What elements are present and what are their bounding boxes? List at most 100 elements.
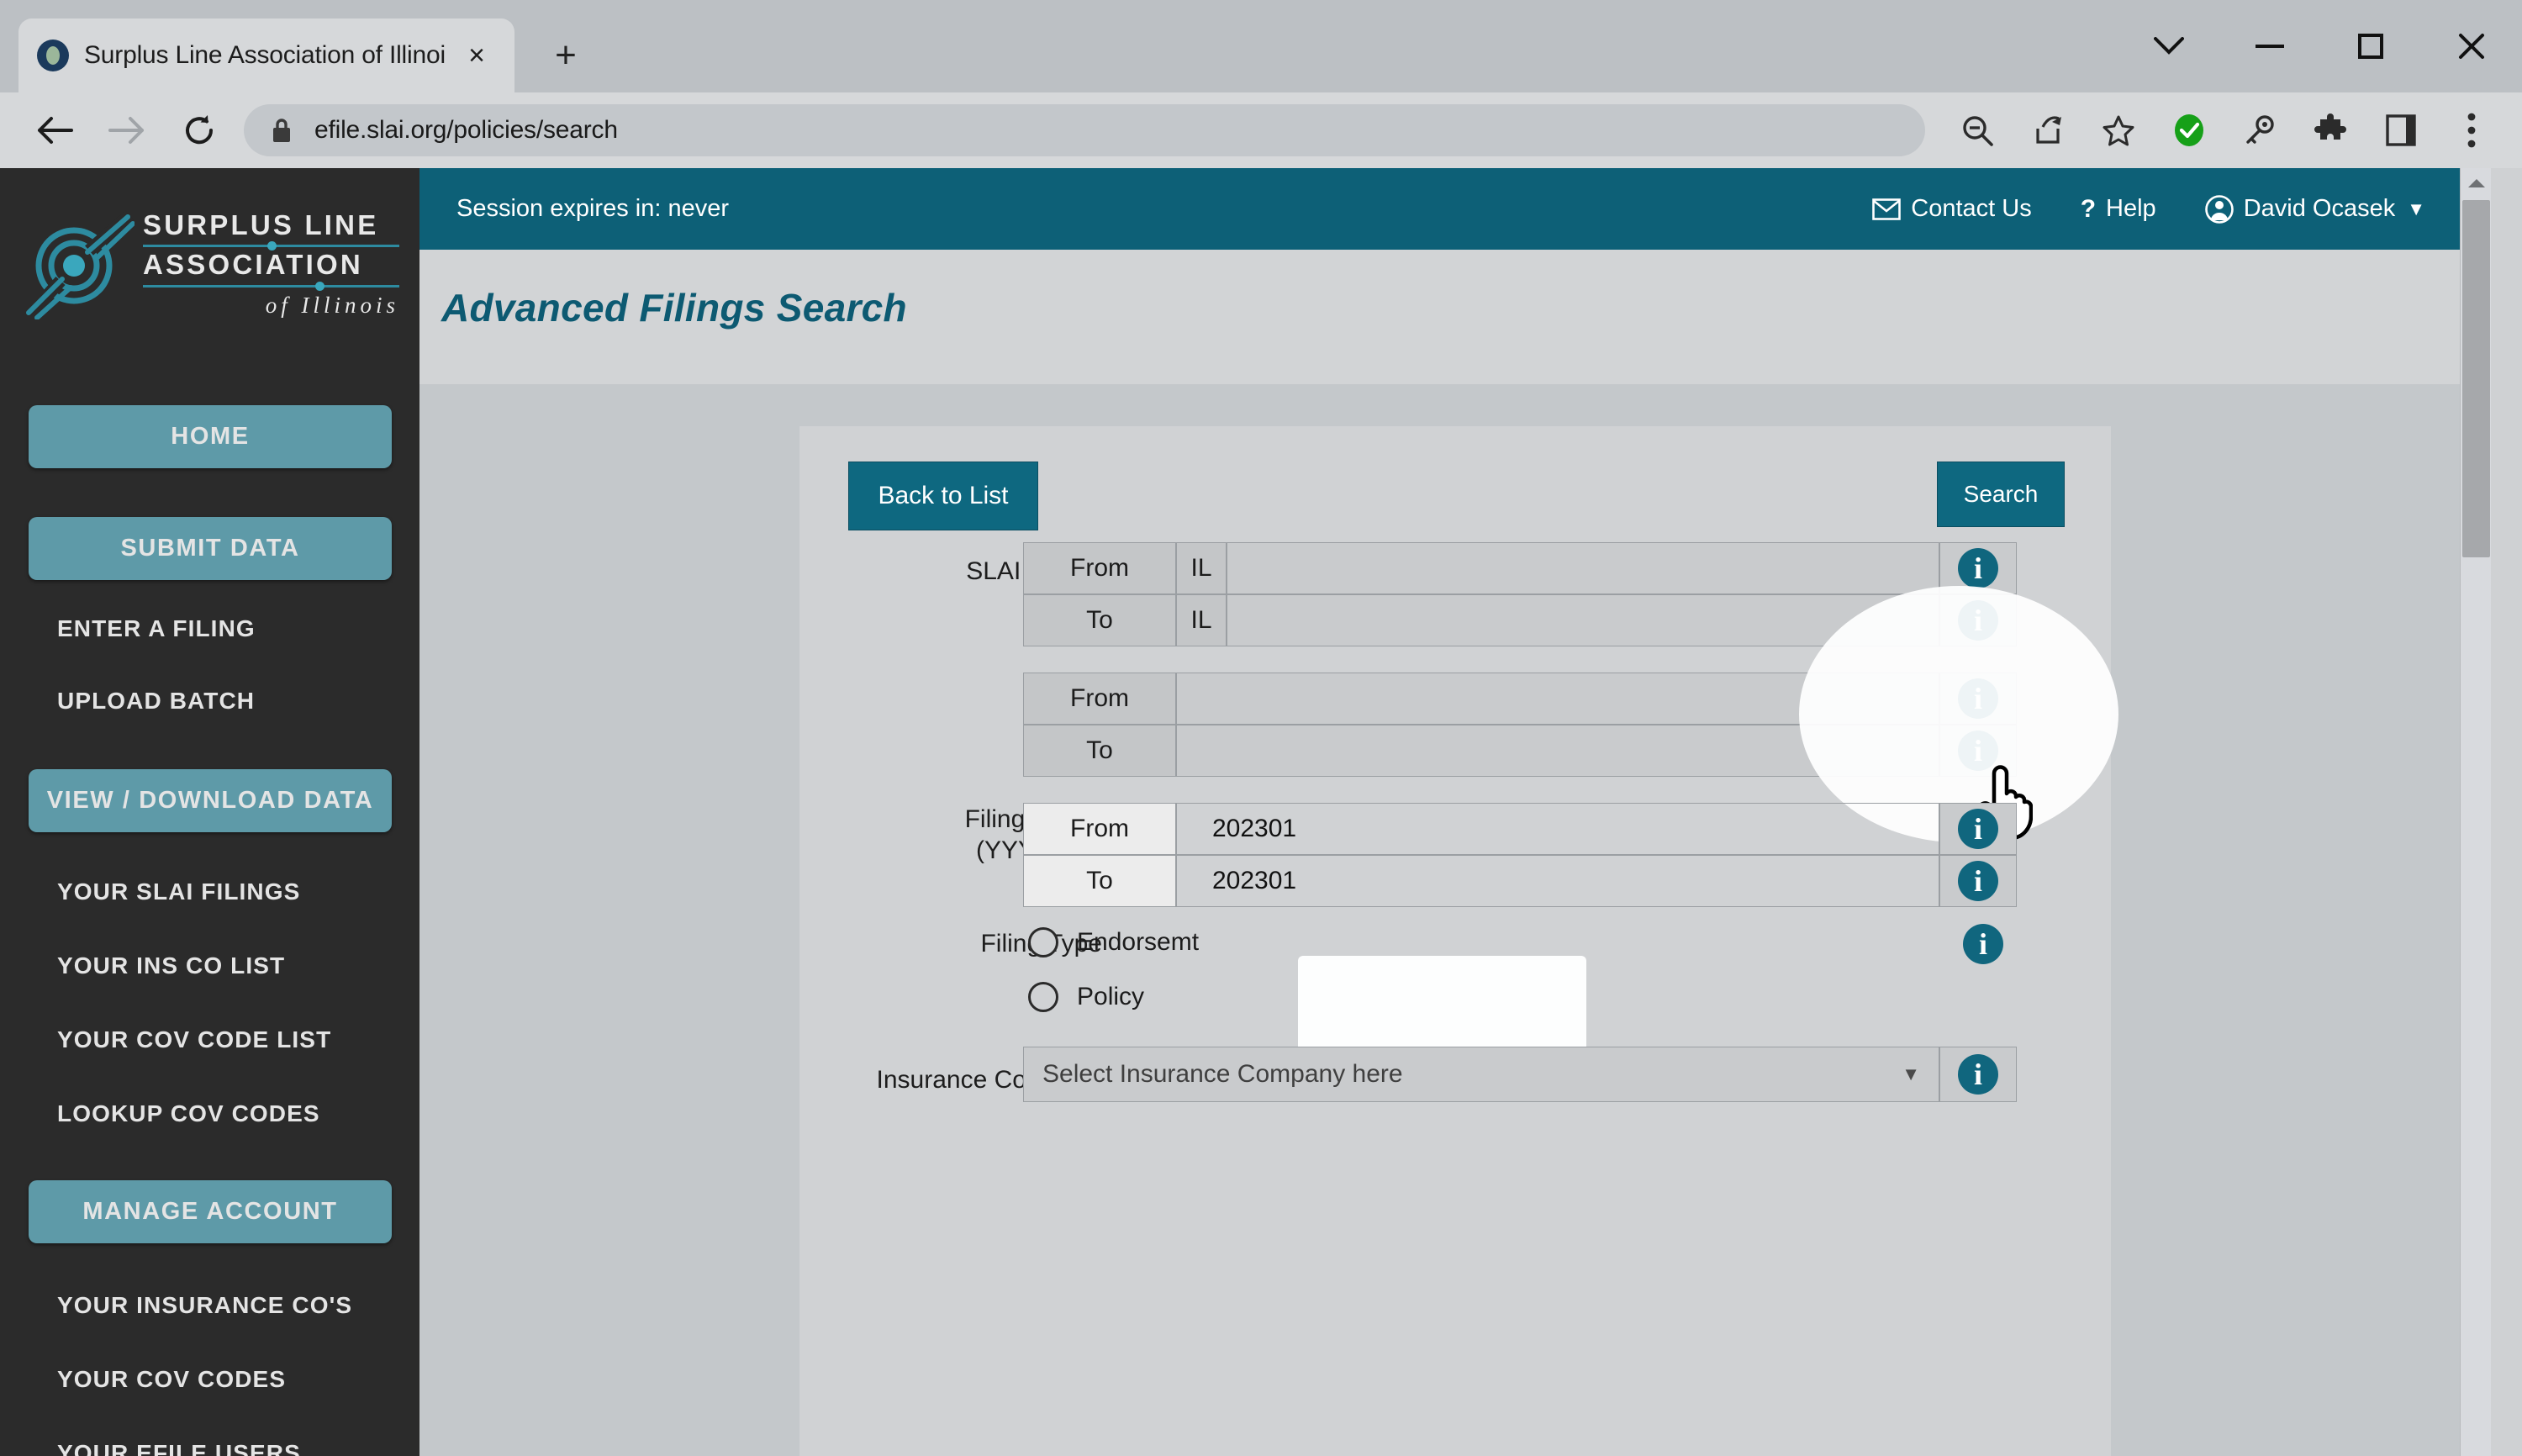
insurance-company-selected-text: Select Insurance Company here <box>1042 1060 1403 1088</box>
search-form-card: Back to List Search SLAI Conf # From IL … <box>799 426 2111 1456</box>
toolbar-icons <box>1942 92 2507 168</box>
chevron-down-icon[interactable] <box>2118 0 2219 92</box>
scrollbar-up-arrow-icon[interactable] <box>2461 168 2492 198</box>
batch-to-input[interactable] <box>1176 725 1939 777</box>
minimize-icon[interactable] <box>2219 0 2320 92</box>
filing-type-option-endorsement[interactable]: Endorsemt <box>1028 927 1199 957</box>
batch-from-label: From <box>1023 673 1176 725</box>
extensions-puzzle-icon[interactable] <box>2295 95 2366 166</box>
info-icon: i <box>1958 861 1998 901</box>
filing-month-from-info-button[interactable]: i <box>1939 803 2017 855</box>
radio-icon <box>1028 927 1058 957</box>
slai-conf-from-label: From <box>1023 542 1176 594</box>
insurance-company-info-button[interactable]: i <box>1939 1047 2017 1102</box>
filing-month-from-input[interactable]: 202301 <box>1176 803 1939 855</box>
help-label: Help <box>2106 195 2156 222</box>
filing-month-to-input[interactable]: 202301 <box>1176 855 1939 907</box>
logo-line-3: of Illinois <box>265 292 399 318</box>
sidebar-item-upload-batch[interactable]: UPLOAD BATCH <box>57 682 410 720</box>
sidebar-button-view-download-data[interactable]: VIEW / DOWNLOAD DATA <box>29 769 392 832</box>
sidebar-button-home[interactable]: HOME <box>29 405 392 468</box>
sidebar-item-your-insurance-cos[interactable]: YOUR INSURANCE CO'S <box>57 1286 410 1325</box>
site-logo[interactable]: SURPLUS LINE ASSOCIATION of Illinois <box>25 198 399 332</box>
slai-conf-to-prefix: IL <box>1176 594 1227 646</box>
chevron-down-icon: ▼ <box>2407 198 2425 219</box>
browser-tab[interactable]: Surplus Line Association of Illinoi × <box>18 18 514 92</box>
info-icon: i <box>1958 1054 1998 1095</box>
back-to-list-button[interactable]: Back to List <box>848 462 1038 530</box>
slai-conf-from-input[interactable] <box>1227 542 1939 594</box>
sidebar: SURPLUS LINE ASSOCIATION of Illinois HOM… <box>0 168 419 1456</box>
radio-icon <box>1028 982 1058 1012</box>
browser-window: Surplus Line Association of Illinoi × + <box>0 0 2522 1456</box>
mail-icon <box>1872 198 1902 220</box>
sidebar-item-lookup-cov-codes[interactable]: LOOKUP COV CODES <box>57 1095 410 1133</box>
address-bar[interactable]: efile.slai.org/policies/search <box>244 104 1925 156</box>
user-name-label: David Ocasek <box>2243 195 2396 222</box>
info-icon: i <box>1958 809 1998 849</box>
side-panel-icon[interactable] <box>2366 95 2436 166</box>
bookmark-star-icon[interactable] <box>2083 95 2154 166</box>
browser-toolbar: efile.slai.org/policies/search <box>0 92 2522 168</box>
info-icon: i <box>1958 678 1998 719</box>
new-tab-button[interactable]: + <box>542 32 589 79</box>
batch-from-input[interactable] <box>1176 673 1939 725</box>
session-status: Session expires in: never <box>456 195 729 222</box>
close-tab-icon[interactable]: × <box>457 36 496 75</box>
sidebar-button-manage-account[interactable]: MANAGE ACCOUNT <box>29 1180 392 1243</box>
batch-from-row: From i <box>1023 673 2017 725</box>
password-key-icon[interactable] <box>2224 95 2295 166</box>
slai-conf-to-input[interactable] <box>1227 594 1939 646</box>
page-viewport: SURPLUS LINE ASSOCIATION of Illinois HOM… <box>0 168 2522 1456</box>
logo-wordmark: SURPLUS LINE ASSOCIATION of Illinois <box>143 211 399 318</box>
verified-check-icon[interactable] <box>2154 95 2224 166</box>
filing-month-to-row: To 202301 i <box>1023 855 2017 907</box>
sidebar-item-your-efile-users[interactable]: YOUR EFILE USERS <box>57 1434 410 1456</box>
reload-icon[interactable] <box>163 94 235 166</box>
insurance-company-select[interactable]: Select Insurance Company here ▼ <box>1023 1047 1939 1102</box>
tab-strip: Surplus Line Association of Illinoi × + <box>0 0 2522 92</box>
logo-line-2: ASSOCIATION <box>143 249 363 280</box>
maximize-icon[interactable] <box>2320 0 2421 92</box>
slai-favicon-icon <box>37 40 69 71</box>
close-window-icon[interactable] <box>2421 0 2522 92</box>
insurance-company-row: Select Insurance Company here ▼ i <box>1023 1047 2017 1102</box>
back-arrow-icon[interactable] <box>18 94 91 166</box>
slai-conf-to-label: To <box>1023 594 1176 646</box>
contact-us-link[interactable]: Contact Us <box>1872 195 2032 223</box>
zoom-out-icon[interactable] <box>1942 95 2013 166</box>
chrome-menu-icon[interactable] <box>2436 95 2507 166</box>
filing-type-info-button[interactable]: i <box>1944 924 2022 964</box>
batch-to-label: To <box>1023 725 1176 777</box>
info-icon: i <box>1958 600 1998 641</box>
filing-month-to-info-button[interactable]: i <box>1939 855 2017 907</box>
help-link[interactable]: ? Help <box>2081 195 2156 224</box>
page-scrollbar[interactable] <box>2460 168 2491 1456</box>
logo-line-1: SURPLUS LINE <box>143 209 379 241</box>
user-avatar-icon <box>2204 194 2234 224</box>
url-text: efile.slai.org/policies/search <box>314 116 618 144</box>
slai-conf-from-info-button[interactable]: i <box>1939 542 2017 594</box>
sidebar-item-your-ins-co-list[interactable]: YOUR INS CO LIST <box>57 947 410 985</box>
sidebar-button-submit-data[interactable]: SUBMIT DATA <box>29 517 392 580</box>
question-mark-icon: ? <box>2080 194 2097 223</box>
user-menu[interactable]: David Ocasek ▼ <box>2204 194 2425 224</box>
share-icon[interactable] <box>2013 95 2083 166</box>
page-title: Advanced Filings Search <box>441 286 907 330</box>
sidebar-item-your-slai-filings[interactable]: YOUR SLAI FILINGS <box>57 873 410 911</box>
main-area: Session expires in: never Contact Us ? H… <box>419 168 2491 1456</box>
window-controls <box>2118 0 2522 92</box>
search-button[interactable]: Search <box>1937 462 2065 527</box>
chevron-down-icon: ▼ <box>1902 1063 1920 1084</box>
slai-conf-to-info-button[interactable]: i <box>1939 594 2017 646</box>
forward-arrow-icon[interactable] <box>91 94 163 166</box>
sidebar-item-your-cov-code-list[interactable]: YOUR COV CODE LIST <box>57 1021 410 1059</box>
sidebar-item-your-cov-codes[interactable]: YOUR COV CODES <box>57 1360 410 1399</box>
scrollbar-thumb[interactable] <box>2462 200 2490 557</box>
filing-type-option-policy[interactable]: Policy <box>1028 982 1144 1012</box>
app-topbar: Session expires in: never Contact Us ? H… <box>419 168 2491 250</box>
sidebar-item-enter-a-filing[interactable]: ENTER A FILING <box>57 609 410 648</box>
slai-conf-to-row: To IL i <box>1023 594 2017 646</box>
filing-month-from-row: From 202301 i <box>1023 803 2017 855</box>
batch-from-info-button[interactable]: i <box>1939 673 2017 725</box>
